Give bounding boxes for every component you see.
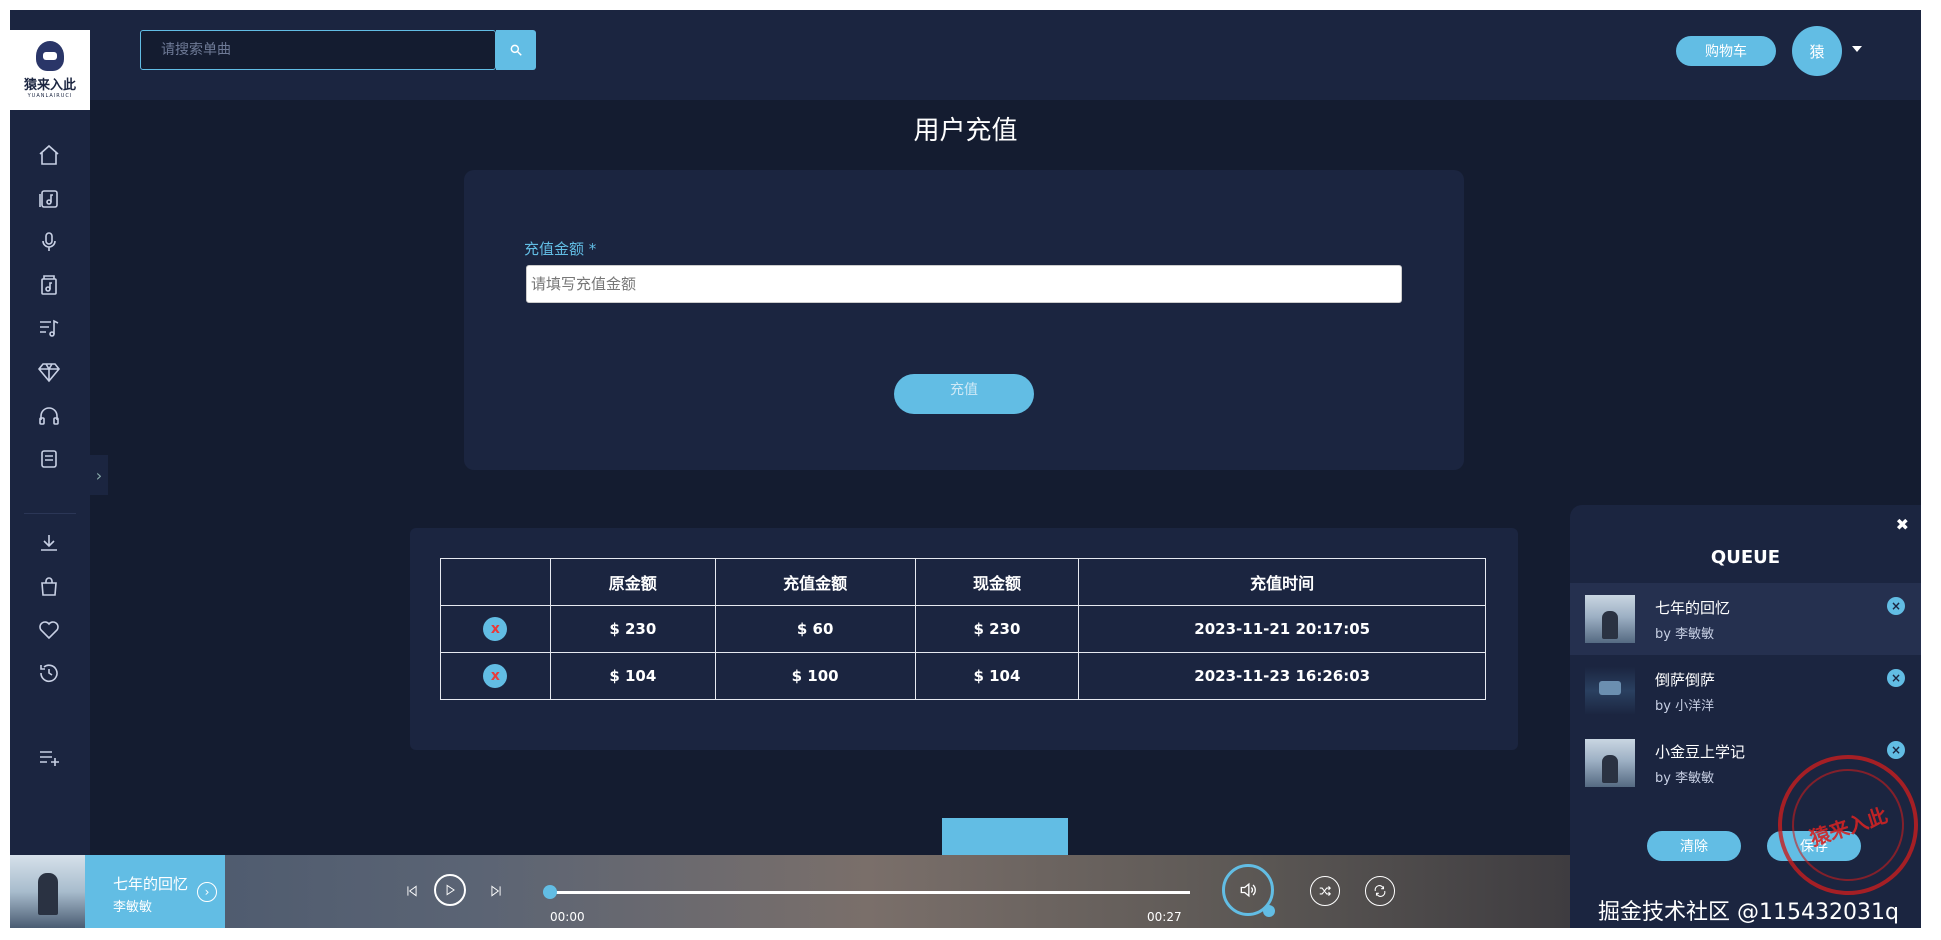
search-button[interactable] xyxy=(496,30,536,70)
current-amount-cell: $ 230 xyxy=(914,605,1080,653)
page-title: 用户充值 xyxy=(913,116,1018,146)
song-cover xyxy=(1585,595,1635,643)
brand-sub: YUANLAIRUCI xyxy=(27,93,73,99)
recharge-submit-button[interactable]: 充值 xyxy=(894,374,1034,414)
duration: 00:27 xyxy=(1147,910,1182,924)
brand-name: 猿来入此 xyxy=(23,78,76,93)
table-header-row: 原金额 充值金额 现金额 充值时间 xyxy=(440,558,1486,606)
queue-song-artist: by 小洋洋 xyxy=(1655,699,1715,714)
queue-item[interactable]: 七年的回忆 by 李敏敏 × xyxy=(1570,583,1921,655)
search-input[interactable] xyxy=(141,31,495,69)
previous-track-icon[interactable] xyxy=(402,881,422,901)
repeat-button[interactable] xyxy=(1365,876,1395,906)
user-avatar[interactable]: 猿 xyxy=(1792,26,1842,76)
search-icon xyxy=(510,44,522,56)
progress-bar[interactable] xyxy=(543,885,1190,899)
shuffle-icon xyxy=(1319,885,1331,897)
clear-queue-button[interactable]: 清除 xyxy=(1647,831,1741,861)
column-header xyxy=(440,558,551,606)
headphones-icon[interactable] xyxy=(32,399,66,433)
shopping-bag-icon[interactable] xyxy=(32,570,66,604)
cart-button[interactable]: 购物车 xyxy=(1676,36,1776,66)
diamond-icon[interactable] xyxy=(32,355,66,389)
current-time: 00:00 xyxy=(550,910,585,924)
app-window: 猿来入此 YUANLAIRUCI › 请搜索单曲 购物车 猿 用户充值 充值金额… xyxy=(10,10,1921,928)
play-icon xyxy=(446,884,455,896)
now-playing-info: 七年的回忆 李敏敏 › xyxy=(85,855,225,928)
volume-control[interactable] xyxy=(1222,864,1275,917)
search-box xyxy=(140,30,496,70)
play-button[interactable] xyxy=(434,874,466,906)
amount-input[interactable] xyxy=(526,265,1402,303)
close-queue-icon[interactable]: ✖ xyxy=(1896,515,1909,534)
queue-song-title: 七年的回忆 xyxy=(1655,599,1731,617)
now-playing-title: 七年的回忆 xyxy=(113,875,189,893)
albums-icon[interactable] xyxy=(32,182,66,216)
amount-label-text: 充值金额 xyxy=(524,240,585,258)
progress-handle[interactable] xyxy=(543,885,557,899)
column-header: 充值时间 xyxy=(1078,558,1486,606)
playlist-icon[interactable] xyxy=(32,311,66,345)
queue-song-title: 倒萨倒萨 xyxy=(1655,671,1716,689)
queue-song-artist: by 李敏敏 xyxy=(1655,771,1715,786)
now-playing-cover xyxy=(10,855,85,928)
now-playing-artist: 李敏敏 xyxy=(113,900,153,915)
column-header: 现金额 xyxy=(914,558,1080,606)
recharge-history-card: 原金额 充值金额 现金额 充值时间 x $ 230 $ 60 $ 230 202… xyxy=(410,528,1518,750)
monkey-logo-icon xyxy=(36,41,64,71)
original-amount-cell: $ 230 xyxy=(549,605,716,653)
open-song-icon[interactable]: › xyxy=(197,882,217,902)
chevron-right-icon: › xyxy=(95,465,103,485)
shuffle-button[interactable] xyxy=(1310,876,1340,906)
recharge-amount-cell: $ 60 xyxy=(714,605,916,653)
next-track-icon[interactable] xyxy=(486,881,506,901)
sidebar-divider xyxy=(24,513,76,514)
recharge-history-table: 原金额 充值金额 现金额 充值时间 x $ 230 $ 60 $ 230 202… xyxy=(440,558,1486,700)
delete-cell: x xyxy=(440,652,551,700)
queue-song-title: 小金豆上学记 xyxy=(1655,743,1746,761)
delete-record-button[interactable]: x xyxy=(483,617,508,641)
repeat-icon xyxy=(1374,885,1386,897)
queue-title: QUEUE xyxy=(1710,547,1781,568)
recharge-amount-cell: $ 100 xyxy=(714,652,916,700)
recharge-time-cell: 2023-11-23 16:26:03 xyxy=(1078,652,1486,700)
watermark-text: 掘金技术社区 @115432031q xyxy=(1598,900,1899,925)
queue-item[interactable]: 倒萨倒萨 by 小洋洋 × xyxy=(1570,655,1921,727)
microphone-icon[interactable] xyxy=(32,225,66,259)
recharge-time-cell: 2023-11-21 20:17:05 xyxy=(1078,605,1486,653)
volume-handle[interactable] xyxy=(1263,905,1275,917)
original-amount-cell: $ 104 xyxy=(549,652,716,700)
heart-icon[interactable] xyxy=(32,613,66,647)
brand-logo[interactable]: 猿来入此 YUANLAIRUCI xyxy=(10,30,90,110)
amount-label: 充值金额 * xyxy=(524,238,596,259)
history-icon[interactable] xyxy=(32,656,66,690)
player-bar: 七年的回忆 李敏敏 › 00:00 00:27 xyxy=(10,855,1570,928)
song-cover xyxy=(1585,739,1635,787)
user-menu-caret-icon[interactable] xyxy=(1852,46,1862,52)
playlist-add-icon[interactable] xyxy=(32,740,66,774)
song-cover xyxy=(1585,667,1635,715)
remove-from-queue-icon[interactable]: × xyxy=(1887,669,1905,687)
download-icon[interactable] xyxy=(32,526,66,560)
remove-from-queue-icon[interactable]: × xyxy=(1887,741,1905,759)
column-header: 充值金额 xyxy=(714,558,916,606)
table-row: x $ 230 $ 60 $ 230 2023-11-21 20:17:05 xyxy=(440,605,1486,653)
delete-cell: x xyxy=(440,605,551,653)
recharge-form-card: 充值金额 * 充值 xyxy=(464,170,1464,470)
footer-badge xyxy=(942,818,1068,858)
delete-record-button[interactable]: x xyxy=(483,664,508,688)
required-mark: * xyxy=(588,240,597,258)
volume-icon xyxy=(1240,882,1256,898)
queue-song-artist: by 李敏敏 xyxy=(1655,627,1715,642)
column-header: 原金额 xyxy=(549,558,716,606)
sidebar-expand-toggle[interactable]: › xyxy=(90,455,108,495)
table-row: x $ 104 $ 100 $ 104 2023-11-23 16:26:03 xyxy=(440,652,1486,700)
stamp-text: 猿来入此 xyxy=(1806,802,1891,851)
remove-from-queue-icon[interactable]: × xyxy=(1887,597,1905,615)
current-amount-cell: $ 104 xyxy=(914,652,1080,700)
music-box-icon[interactable] xyxy=(32,268,66,302)
document-icon[interactable] xyxy=(32,442,66,476)
